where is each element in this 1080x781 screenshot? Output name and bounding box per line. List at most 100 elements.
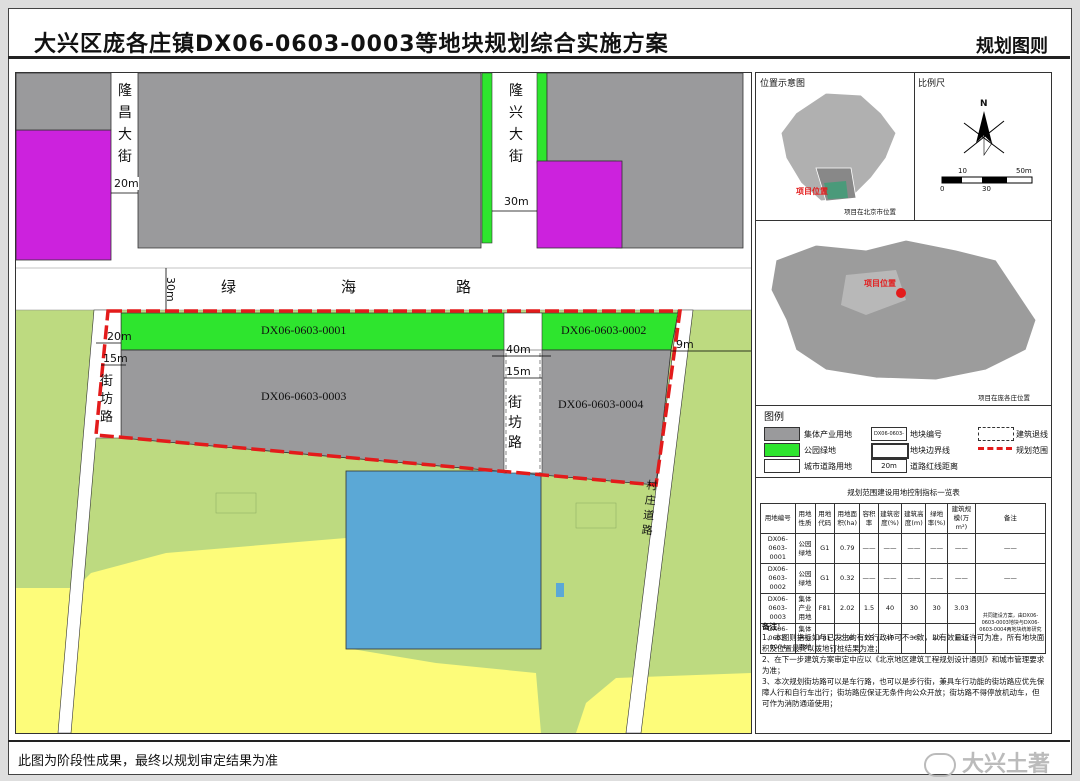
scale-tick-0: 0 (940, 185, 945, 193)
notes-block: 备注： 1、本图则指标如与已发生的有效行政许可不一致，以有效量证许可为准，所有地… (762, 621, 1046, 709)
legend-swatch-road (764, 459, 800, 473)
th-density: 建筑密度(%) (877, 503, 903, 534)
cell: G1 (814, 563, 836, 594)
cell: —— (925, 563, 948, 594)
legend-dist-box: 20m (871, 459, 907, 473)
cell: 2.02 (834, 593, 861, 624)
north-arrow-icon (941, 111, 1033, 184)
purple-block-1 (16, 129, 112, 261)
cell: —— (859, 533, 879, 564)
label-jiefang-left: 街坊路 (100, 374, 114, 425)
legend-label-3: 地块编号 (910, 430, 942, 439)
page-subtitle: 规划图则 (976, 36, 1048, 57)
cell: DX06-0603-0003 (760, 593, 796, 624)
label-jiefang-mid: 街坊路 (508, 395, 522, 451)
legend-code-box: DX06-0603-0001 (871, 427, 907, 449)
th-green: 绿地率(%) (925, 503, 948, 534)
scale-tick-10: 10 (958, 167, 967, 175)
dim-20-top: 20m (114, 177, 139, 190)
table-title: 规划范围建设用地控制指标一览表 (847, 488, 960, 497)
parcel-label-0001[interactable]: DX06-0603-0001 (261, 323, 346, 338)
cell: 集体产业用地 (794, 593, 816, 624)
town-caption: 项目在庞各庄位置 (978, 394, 1030, 402)
gray-block-1 (137, 73, 482, 249)
th-scale: 建筑规模(万m²) (947, 503, 976, 534)
note-line: 1、本图则指标如与已发生的有效行政许可不一致，以有效量证许可为准，所有地块面积及… (762, 633, 1045, 653)
blue-parcel (345, 470, 542, 650)
cell: —— (974, 533, 1047, 564)
th-id: 用地编号 (760, 503, 796, 534)
title-bar: 大兴区庞各庄镇DX06-0603-0003等地块规划综合实施方案 规划图则 (8, 8, 1070, 59)
cell: 1.5 (859, 593, 879, 624)
cell: —— (947, 533, 976, 564)
scale-tick-30: 30 (982, 185, 991, 193)
th-note: 备注 (974, 503, 1047, 534)
dim-20-left: 20m (107, 330, 132, 343)
wechat-icon (923, 753, 956, 777)
town-marker: 项目位置 (864, 279, 896, 288)
table-row: DX06-0603-0003 集体产业用地 F81 2.02 1.5 40 30 30 3.03… (760, 593, 1047, 654)
footer: 此图为阶段性成果，最终以规划审定结果为准 大兴土著 (8, 740, 1070, 778)
cell: —— (877, 533, 903, 564)
dim-9: 9m (676, 338, 694, 351)
cell: 30 (901, 593, 927, 624)
cell: —— (901, 533, 927, 564)
lvhai-road (16, 268, 751, 310)
scale-section: 比例尺 N 0 10 30 50m (914, 73, 1051, 221)
cell: —— (901, 563, 927, 594)
dim-15-mid: 15m (506, 365, 531, 378)
legend-swatch-gray (764, 427, 800, 441)
legend-label-4: 地块边界线 (910, 446, 950, 455)
legend-label-2: 城市道路用地 (804, 462, 852, 471)
cell: —— (947, 563, 976, 594)
planning-map[interactable]: 隆昌大街 隆兴大街 绿 海 路 街坊路 街坊路 村庄道路 20m 30m 30m… (15, 72, 752, 734)
legend-section: 图例 集体产业用地 公园绿地 城市道路用地 DX06-0603-0001 地块编… (756, 405, 1051, 478)
dim-15-left: 15m (103, 352, 128, 365)
cell: DX06-0603-0001 (760, 533, 796, 564)
location-marker: 项目位置 (796, 187, 828, 196)
cell: 40 (877, 593, 903, 624)
note-line: 备注： (762, 622, 785, 631)
side-panel: 位置示意图 项目位置 项目在北京市位置 比例尺 N 0 10 30 50m 项目… (755, 72, 1052, 734)
th-use: 用地性质 (794, 503, 816, 534)
th-height: 建筑高度(m) (901, 503, 927, 534)
town-section: 项目位置 项目在庞各庄位置 (756, 220, 1051, 406)
footer-note: 此图为阶段性成果，最终以规划审定结果为准 (18, 754, 279, 769)
label-lvhai-3: 路 (456, 278, 472, 296)
legend-swatch-plan (978, 447, 1012, 450)
cell: 3.03 (947, 593, 976, 624)
label-longchang: 隆昌大街 (118, 84, 132, 165)
location-caption: 项目在北京市位置 (844, 208, 896, 216)
legend-label-1: 公园绿地 (804, 446, 836, 455)
gray-block-0 (16, 73, 112, 131)
cell: —— (974, 563, 1047, 594)
cell: F81 (814, 593, 836, 624)
dim-40: 40m (506, 343, 531, 356)
legend-swatch-green (764, 443, 800, 457)
green-strip-2 (536, 73, 548, 164)
cell: —— (925, 533, 948, 564)
legend-swatch-setback (978, 427, 1014, 441)
table-row: DX06-0603-0001 公园绿地 G1 0.79 —— —— —— —— —— —— (760, 533, 1047, 564)
legend-title: 图例 (764, 412, 784, 423)
label-lvhai-1: 绿 (221, 278, 237, 296)
parcel-label-0002[interactable]: DX06-0603-0002 (561, 323, 646, 338)
cell: DX06-0603-0002 (760, 563, 796, 594)
location-section: 位置示意图 项目位置 项目在北京市位置 (756, 73, 915, 221)
page-title: 大兴区庞各庄镇DX06-0603-0003等地块规划综合实施方案 (34, 32, 669, 57)
watermark-text: 大兴土著 (961, 752, 1050, 777)
parcel-label-0003[interactable]: DX06-0603-0003 (261, 389, 346, 404)
parcel-label-0004[interactable]: DX06-0603-0004 (558, 397, 643, 412)
cell: 公园绿地 (794, 533, 816, 564)
label-lvhai-2: 海 (341, 278, 357, 296)
legend-label-6: 建筑退线 (1016, 430, 1048, 439)
cell: —— (859, 563, 879, 594)
watermark: 大兴土著 (923, 746, 1050, 778)
dim-30-lvhai: 30m (164, 277, 177, 302)
cell: 0.79 (834, 533, 861, 564)
note-line: 3、本次规划街坊路可以是车行路，也可以是步行街，兼具车行功能的街坊路应优先保障人… (762, 677, 1045, 708)
cell: 0.32 (834, 563, 861, 594)
scale-tick-50m: 50m (1016, 167, 1032, 175)
table-row: DX06-0603-0002 公园绿地 G1 0.32 —— —— —— —— —— —— (760, 563, 1047, 594)
legend-label-0: 集体产业用地 (804, 430, 852, 439)
